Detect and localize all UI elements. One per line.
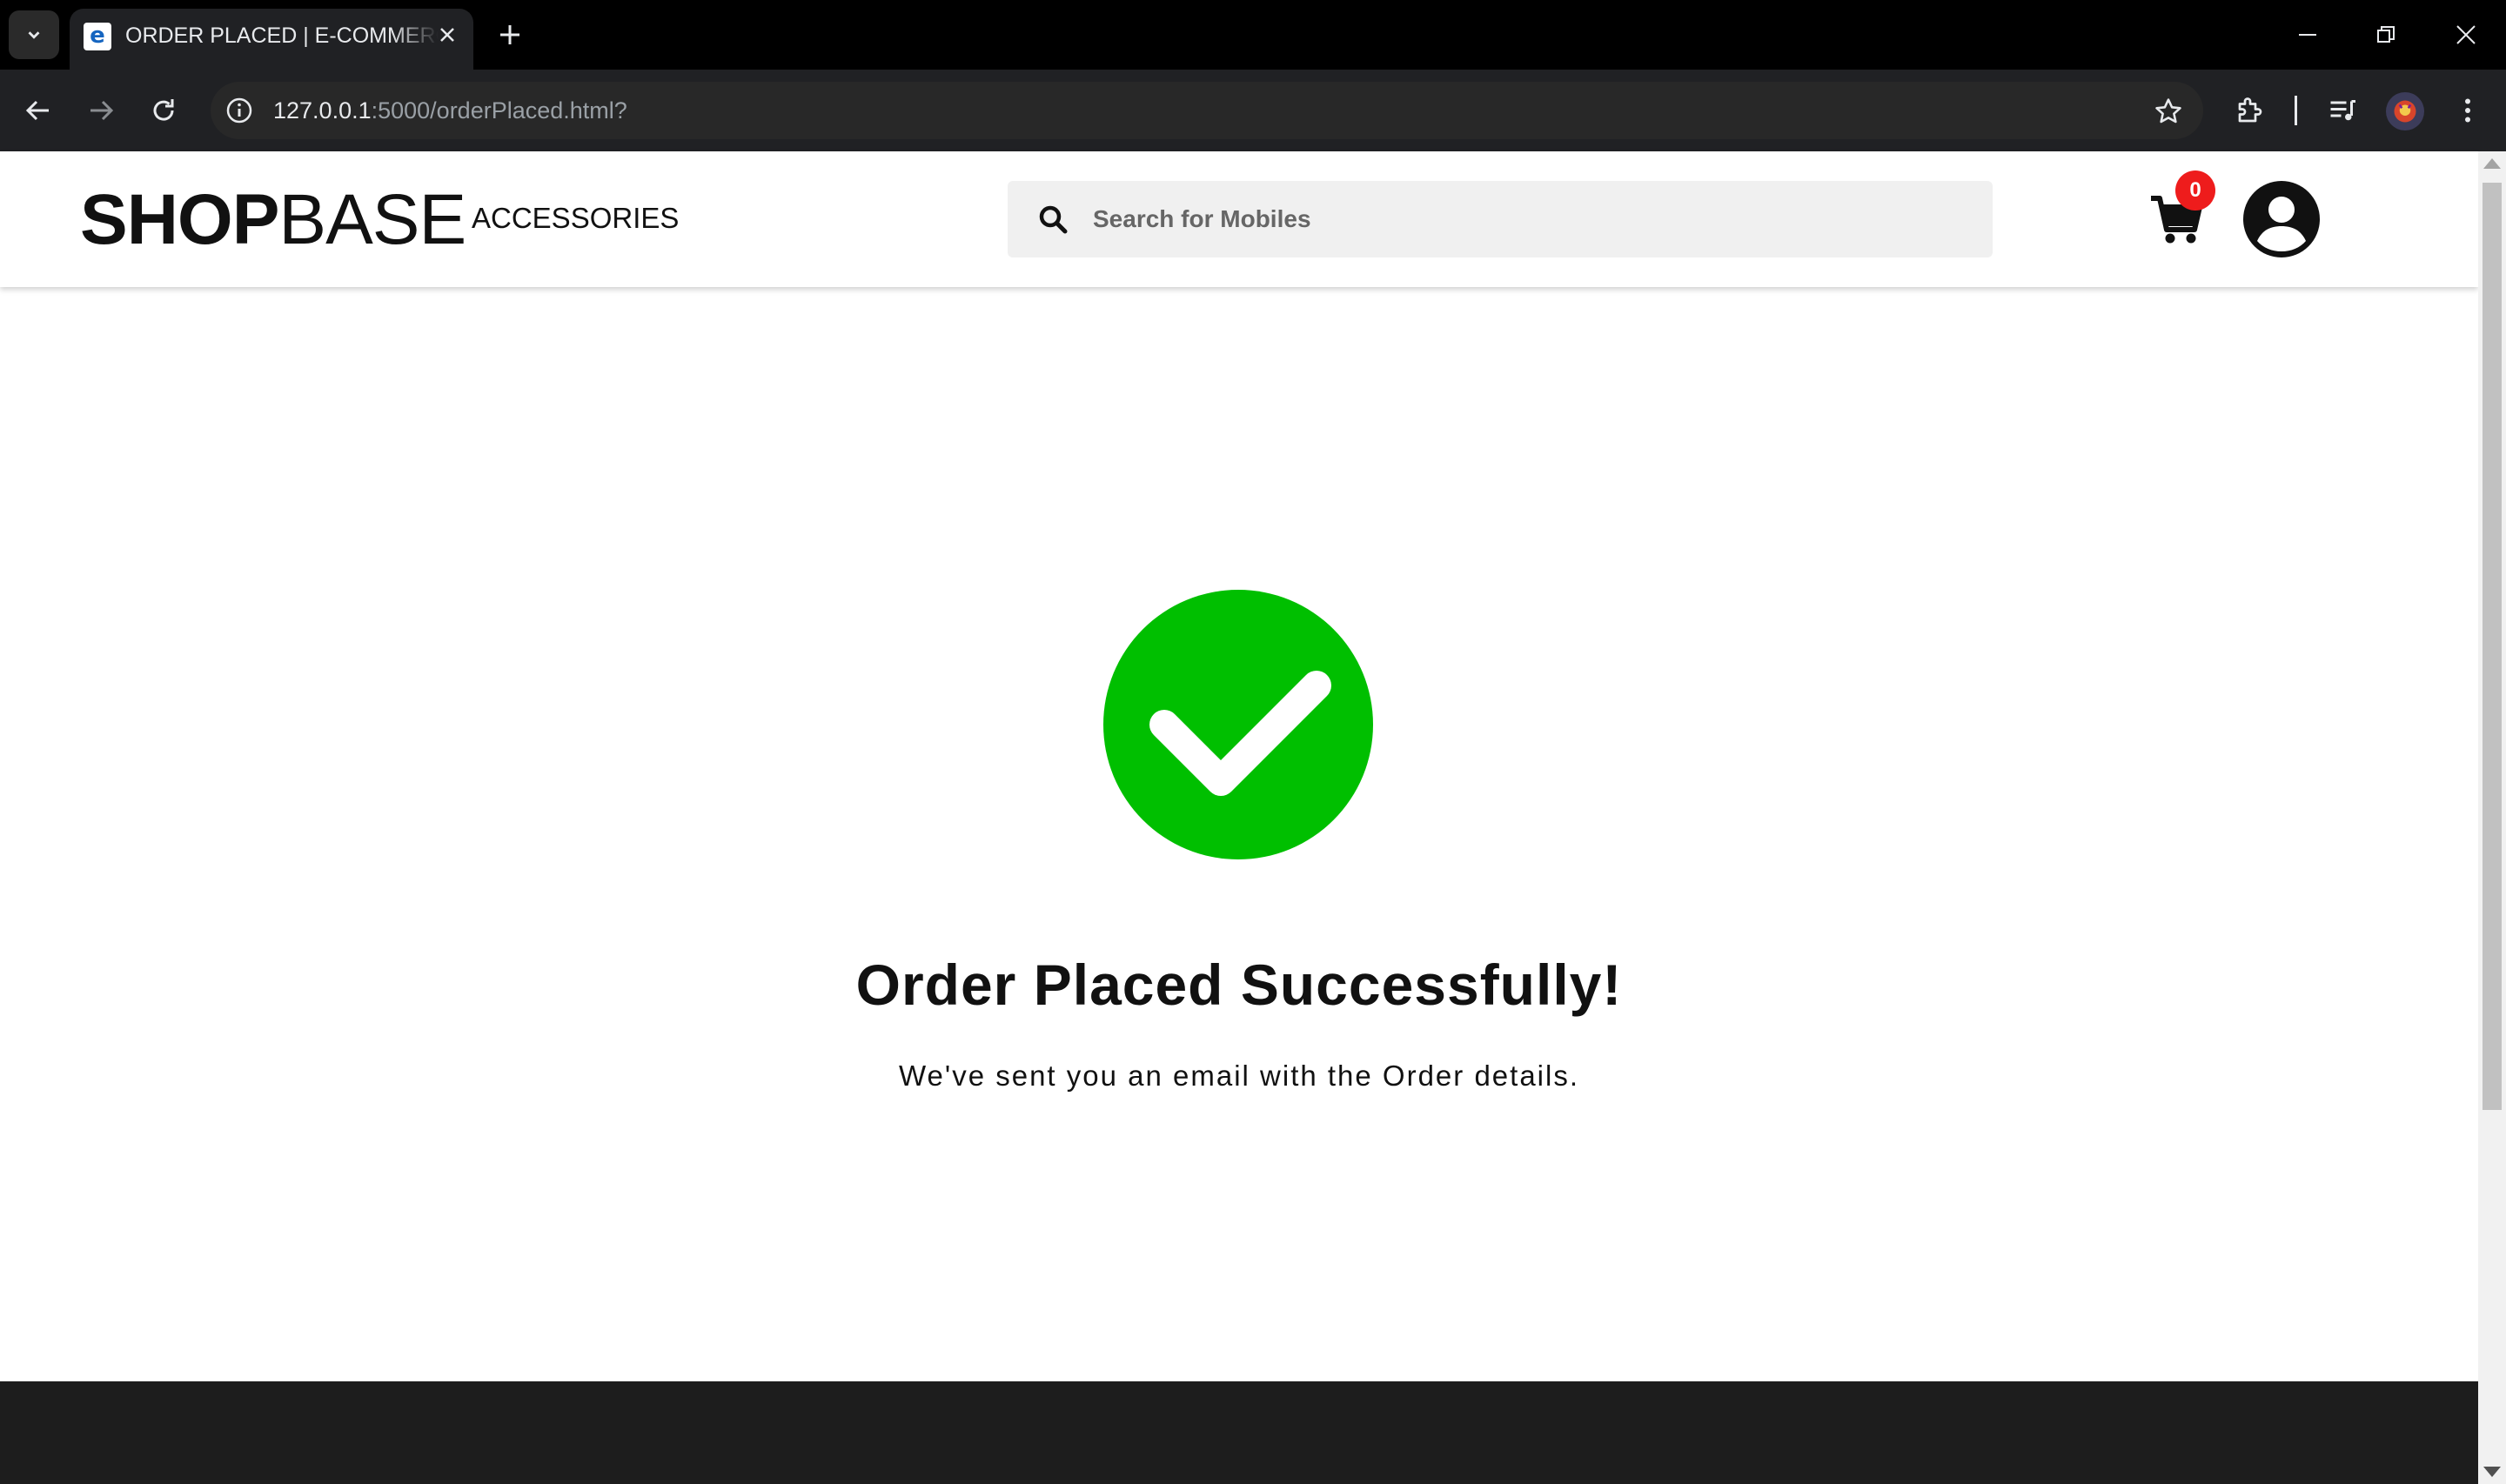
- page-scrollbar[interactable]: [2478, 151, 2506, 1484]
- back-button[interactable]: [17, 90, 59, 131]
- star-icon: [2155, 98, 2181, 124]
- tab-search-button[interactable]: [9, 10, 59, 59]
- puzzle-icon: [2238, 97, 2262, 123]
- url-path: :5000/orderPlaced.html?: [371, 97, 627, 124]
- scroll-up-arrow-icon[interactable]: [2483, 158, 2501, 169]
- browser-toolbar: 127.0.0.1:5000/orderPlaced.html?: [0, 70, 2506, 151]
- user-account-icon[interactable]: [2243, 181, 2320, 257]
- cart-count-badge: 0: [2175, 170, 2215, 211]
- success-title: Order Placed Successfully!: [855, 953, 1623, 1017]
- reload-button[interactable]: [143, 90, 184, 131]
- check-circle-icon: [1103, 590, 1373, 859]
- toolbar-divider: [2295, 96, 2297, 125]
- new-tab-button[interactable]: [492, 17, 527, 52]
- site-logo[interactable]: SHOPBASE: [80, 181, 466, 259]
- restore-icon: [2377, 26, 2395, 43]
- queue-music-icon: [2330, 100, 2355, 121]
- success-message: We've sent you an email with the Order d…: [898, 1060, 1580, 1092]
- plus-icon: [500, 25, 519, 44]
- tab-title: ORDER PLACED | E-COMMERCE: [125, 23, 439, 48]
- logo-bold: SHOP: [80, 180, 279, 259]
- media-controls-button[interactable]: [2323, 91, 2362, 130]
- restore-button[interactable]: [2362, 12, 2410, 57]
- site-footer: [0, 1381, 2478, 1484]
- browser-tab[interactable]: e ORDER PLACED | E-COMMERCE: [70, 9, 473, 70]
- close-icon: [440, 28, 454, 42]
- forward-button[interactable]: [80, 90, 122, 131]
- info-icon: [226, 97, 252, 124]
- nav-accessories-link[interactable]: ACCESSORIES: [472, 202, 679, 235]
- more-vert-icon: [2465, 98, 2470, 123]
- scrollbar-thumb[interactable]: [2483, 183, 2502, 1110]
- menu-button[interactable]: [2449, 91, 2487, 130]
- profile-avatar[interactable]: [2386, 92, 2424, 130]
- browser-tab-bar: e ORDER PLACED | E-COMMERCE: [0, 0, 2506, 70]
- web-page: SHOPBASE ACCESSORIES 0 Order Placed Succ…: [0, 151, 2478, 1484]
- favicon-icon: e: [84, 23, 111, 50]
- address-bar[interactable]: 127.0.0.1:5000/orderPlaced.html?: [211, 82, 2203, 139]
- avatar-icon: [2394, 100, 2416, 123]
- arrow-left-icon: [25, 100, 49, 121]
- extensions-button[interactable]: [2231, 91, 2269, 130]
- close-icon: [2456, 25, 2476, 44]
- site-info-button[interactable]: [221, 92, 258, 129]
- scroll-down-arrow-icon[interactable]: [2483, 1467, 2501, 1477]
- logo-light: BASE: [278, 180, 466, 259]
- chevron-down-icon: [28, 31, 40, 39]
- minimize-button[interactable]: [2283, 12, 2332, 57]
- reload-icon: [153, 99, 174, 121]
- search-input[interactable]: [1093, 181, 1963, 257]
- close-window-button[interactable]: [2442, 12, 2490, 57]
- minimize-icon: [2299, 34, 2316, 36]
- arrow-right-icon: [90, 100, 114, 121]
- tab-close-button[interactable]: [433, 21, 461, 49]
- search-bar: [1008, 181, 1993, 257]
- url-host: 127.0.0.1: [273, 97, 372, 124]
- search-icon[interactable]: [1037, 204, 1069, 235]
- url-text[interactable]: 127.0.0.1:5000/orderPlaced.html?: [273, 97, 627, 124]
- site-header: SHOPBASE ACCESSORIES 0: [0, 151, 2478, 287]
- bookmark-button[interactable]: [2151, 94, 2186, 129]
